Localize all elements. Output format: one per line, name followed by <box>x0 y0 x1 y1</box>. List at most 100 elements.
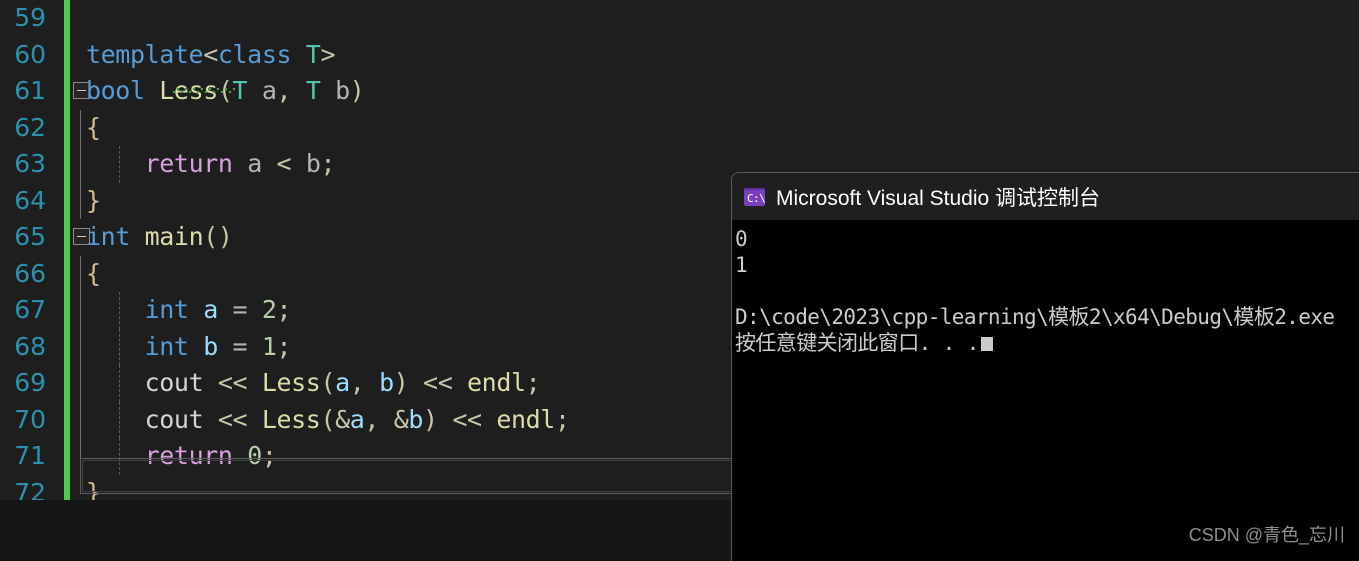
code-token: 2 <box>261 295 277 324</box>
code-token: ) <box>393 368 409 397</box>
code-token: a <box>247 149 262 178</box>
code-token: a <box>335 368 350 397</box>
console-line-text: 按任意键关闭此窗口. . . <box>735 331 979 355</box>
code-token: ; <box>320 149 336 178</box>
change-indicator-bar <box>64 365 70 402</box>
debug-console-window[interactable]: C:\ Microsoft Visual Studio 调试控制台 0 1 D:\c… <box>731 172 1359 561</box>
outlining-rail <box>80 328 81 365</box>
code-token: < <box>203 39 218 69</box>
line-number: 66 <box>14 258 46 288</box>
change-indicator-bar <box>64 0 70 37</box>
code-line[interactable]: 62 { <box>0 109 1359 147</box>
line-number: 70 <box>14 404 46 434</box>
code-token: a <box>261 76 277 105</box>
code-token: ; <box>276 331 292 361</box>
code-token: } <box>86 185 101 215</box>
code-line[interactable]: 60 template<class T> <box>0 36 1359 74</box>
line-number: 59 <box>14 3 46 32</box>
error-squiggle-underline <box>172 88 235 93</box>
code-token: int <box>144 295 189 324</box>
change-indicator-bar <box>64 109 70 146</box>
code-token: ( <box>320 404 336 434</box>
code-token: T <box>305 76 321 105</box>
console-window-title: Microsoft Visual Studio 调试控制台 <box>776 186 1101 210</box>
code-token: b <box>408 404 424 434</box>
code-text[interactable]: } <box>86 183 101 220</box>
code-token: , <box>364 404 394 434</box>
code-token: T <box>305 39 321 69</box>
code-text[interactable]: cout << Less(&a, &b) << endl; <box>86 402 570 439</box>
code-token: = <box>232 331 248 361</box>
change-indicator-bar <box>64 36 70 73</box>
change-indicator-bar <box>64 73 70 110</box>
code-text[interactable]: { <box>86 256 101 293</box>
code-text[interactable]: template<class T> <box>86 37 336 74</box>
code-token: template <box>86 39 204 69</box>
outlining-rail <box>80 146 81 183</box>
code-token: bool <box>86 76 145 105</box>
code-token: b <box>305 149 321 178</box>
code-text[interactable]: int main() <box>86 219 233 256</box>
console-titlebar[interactable]: C:\ Microsoft Visual Studio 调试控制台 <box>732 173 1359 220</box>
line-number: 71 <box>14 441 46 470</box>
code-token: > <box>320 39 336 69</box>
code-token: ; <box>276 295 292 324</box>
code-token: class <box>217 39 292 69</box>
code-token: endl <box>467 368 526 397</box>
console-output-line: D:\code\2023\cpp-learning\模板2\x64\Debug\… <box>735 304 1359 330</box>
change-indicator-bar <box>64 292 70 329</box>
code-text[interactable]: return a < b; <box>86 146 336 183</box>
code-token: << <box>217 404 248 434</box>
code-text[interactable]: int a = 2; <box>86 292 292 329</box>
screenshot-root: 5960template<class T>61bool Less(T a, T … <box>0 0 1359 561</box>
code-token: ( <box>320 368 336 397</box>
code-token: ; <box>554 404 570 434</box>
console-output[interactable]: 0 1 D:\code\2023\cpp-learning\模板2\x64\Debu… <box>732 220 1359 356</box>
outlining-rail <box>80 255 81 292</box>
code-token: cout <box>144 404 204 434</box>
console-app-icon: C:\ <box>744 187 766 206</box>
code-token: return <box>144 149 233 178</box>
code-token: & <box>335 404 350 434</box>
code-line[interactable]: 59 <box>0 0 1359 37</box>
change-indicator-bar <box>64 438 70 475</box>
outlining-rail <box>80 401 81 438</box>
code-text[interactable]: int b = 1; <box>86 329 292 366</box>
code-token: b <box>203 331 218 361</box>
code-token: ; <box>525 368 541 397</box>
code-token: main <box>144 222 204 251</box>
line-number: 68 <box>14 331 46 361</box>
code-token: a <box>349 404 365 434</box>
code-token: b <box>335 76 350 105</box>
code-text[interactable]: { <box>86 110 101 147</box>
change-indicator-bar <box>64 255 70 292</box>
line-number: 61 <box>14 76 46 105</box>
console-line-text: 0 <box>735 227 748 251</box>
code-text[interactable]: cout << Less(a, b) << endl; <box>86 365 541 402</box>
line-number: 63 <box>14 149 46 178</box>
code-token: , <box>349 368 380 397</box>
code-token: , <box>276 76 306 105</box>
code-token: int <box>144 331 189 361</box>
code-token: << <box>217 368 248 397</box>
console-output-line: 0 <box>735 226 1359 252</box>
outlining-rail <box>80 365 81 402</box>
code-token: b <box>379 368 394 397</box>
code-token: ) <box>349 76 365 105</box>
